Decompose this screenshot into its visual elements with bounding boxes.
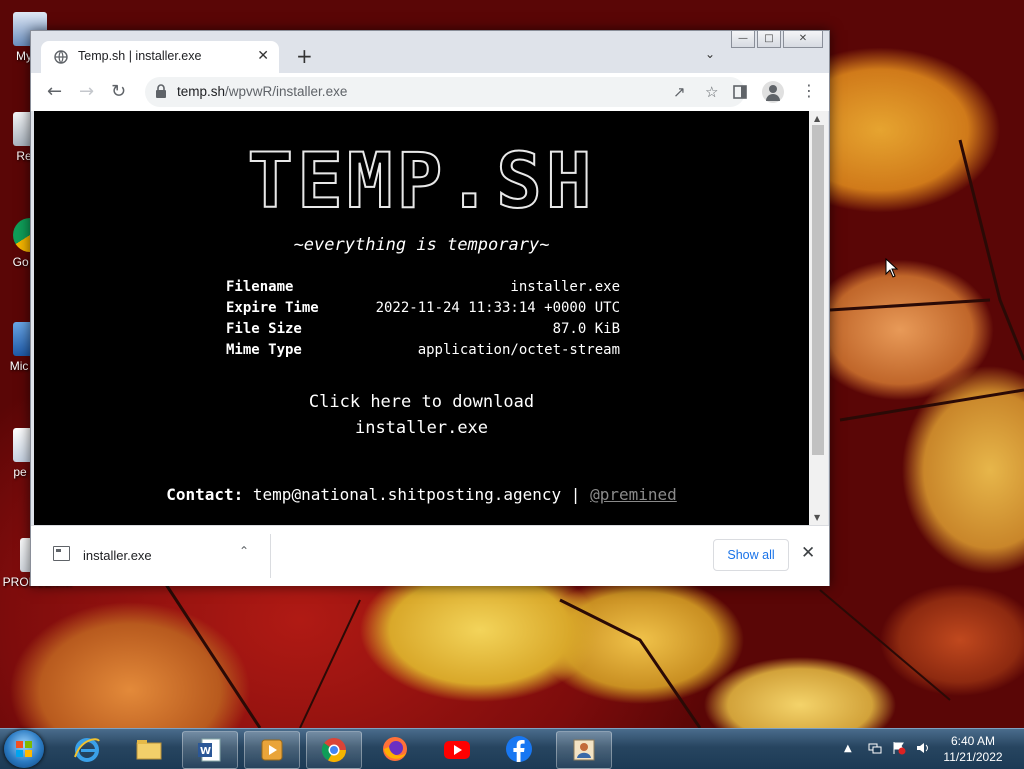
svg-text:W: W (200, 746, 211, 757)
scroll-down-arrow-icon[interactable]: ▼ (814, 513, 820, 522)
contact-handle-link[interactable]: @premined (590, 485, 677, 504)
taskbar-internet-explorer[interactable] (60, 731, 114, 767)
user-card-icon (573, 739, 595, 761)
shelf-divider (270, 534, 271, 578)
word-icon: W (198, 738, 221, 762)
info-row-mime-type: Mime Type application/octet-stream (226, 342, 620, 358)
taskbar-youtube[interactable] (430, 731, 484, 767)
taskbar-firefox[interactable] (368, 731, 422, 767)
bookmark-star-icon[interactable]: ☆ (705, 83, 718, 101)
download-options-chevron-icon[interactable]: ⌃ (239, 544, 249, 558)
tagline: ~everything is temporary~ (293, 235, 550, 255)
contact-line: Contact: temp@national.shitposting.agenc… (34, 485, 809, 504)
taskbar-microsoft-word[interactable]: W (182, 731, 238, 769)
tab-search-chevron-icon[interactable]: ⌄ (705, 47, 715, 61)
tab-strip: Temp.sh | installer.exe ✕ + ⌄ (31, 31, 829, 73)
download-link-line1[interactable]: Click here to download (34, 389, 809, 415)
volume-icon[interactable] (916, 741, 930, 755)
new-tab-button[interactable]: + (296, 44, 313, 68)
tab-close-icon[interactable]: ✕ (257, 48, 269, 64)
media-player-icon (261, 739, 283, 761)
firefox-icon (383, 737, 407, 761)
share-icon[interactable]: ↗ (673, 83, 686, 101)
file-info-table: Filename installer.exe Expire Time 2022-… (226, 279, 620, 363)
internet-explorer-icon (74, 738, 100, 762)
lock-icon (156, 84, 166, 98)
back-button[interactable]: ← (47, 81, 62, 102)
url-host: temp.sh (177, 84, 226, 99)
show-all-button[interactable]: Show all (713, 539, 789, 571)
info-row-file-size: File Size 87.0 KiB (226, 321, 620, 337)
side-panel-icon[interactable] (733, 85, 747, 99)
taskbar-user-app[interactable] (556, 731, 612, 769)
browser-toolbar: ← → ↻ temp.sh/wpvwR/installer.exe ↗ ☆ ⋮ (31, 73, 829, 111)
reload-button[interactable]: ↻ (111, 81, 126, 102)
taskbar-facebook[interactable] (492, 731, 546, 767)
action-center-flag-icon[interactable] (892, 741, 906, 755)
youtube-icon (444, 741, 470, 759)
taskbar-media-player[interactable] (244, 731, 300, 769)
url-text: temp.sh/wpvwR/installer.exe (177, 84, 347, 99)
download-file-icon (53, 546, 70, 561)
download-link-line2[interactable]: installer.exe (34, 415, 809, 441)
show-hidden-icons-arrow-icon[interactable]: ▲ (844, 743, 852, 754)
info-row-filename: Filename installer.exe (226, 279, 620, 295)
url-path: /wpvwR/installer.exe (225, 84, 348, 99)
download-filename[interactable]: installer.exe (83, 548, 152, 563)
contact-email: temp@national.shitposting.agency (252, 485, 562, 504)
chrome-icon (321, 738, 346, 763)
contact-label: Contact: (166, 485, 244, 504)
contact-separator: | (570, 485, 581, 504)
taskbar-google-chrome[interactable] (306, 731, 362, 769)
clock-time: 6:40 AM (950, 734, 996, 748)
scroll-up-arrow-icon[interactable]: ▲ (814, 114, 820, 123)
windows-logo-icon (16, 741, 32, 757)
facebook-icon (506, 736, 532, 762)
globe-icon (54, 50, 68, 64)
tab-title: Temp.sh | installer.exe (78, 49, 202, 63)
start-button[interactable] (4, 730, 44, 768)
page-scrollbar[interactable]: ▲ ▼ (809, 111, 828, 525)
folder-icon (136, 740, 162, 760)
more-menu-icon[interactable]: ⋮ (801, 81, 817, 100)
download-shelf: installer.exe ⌃ Show all ✕ (31, 525, 829, 586)
download-link[interactable]: Click here to download installer.exe (34, 389, 809, 441)
clock-date: 11/21/2022 (943, 750, 1003, 764)
scrollbar-thumb[interactable] (812, 125, 824, 455)
page-viewport: TEMP.SH ~everything is temporary~ Filena… (34, 111, 809, 525)
forward-button[interactable]: → (79, 81, 94, 102)
tab-temp-sh[interactable]: Temp.sh | installer.exe ✕ (41, 41, 279, 73)
system-clock[interactable]: 6:40 AM 11/21/2022 (936, 733, 1010, 765)
address-bar[interactable]: temp.sh/wpvwR/installer.exe ↗ ☆ (145, 77, 745, 107)
mouse-cursor-icon (885, 258, 899, 278)
temp-sh-logo: TEMP.SH (246, 136, 596, 225)
taskbar: W ▲ 6:40 AM 11/21/2022 (0, 728, 1024, 769)
profile-avatar-icon[interactable] (762, 81, 784, 103)
browser-window: — □ ✕ Temp.sh | installer.exe ✕ + ⌄ ← → … (30, 30, 830, 586)
taskbar-file-explorer[interactable] (122, 731, 176, 767)
info-row-expire-time: Expire Time 2022-11-24 11:33:14 +0000 UT… (226, 300, 620, 316)
network-icon[interactable] (868, 741, 882, 755)
close-shelf-icon[interactable]: ✕ (801, 543, 815, 563)
